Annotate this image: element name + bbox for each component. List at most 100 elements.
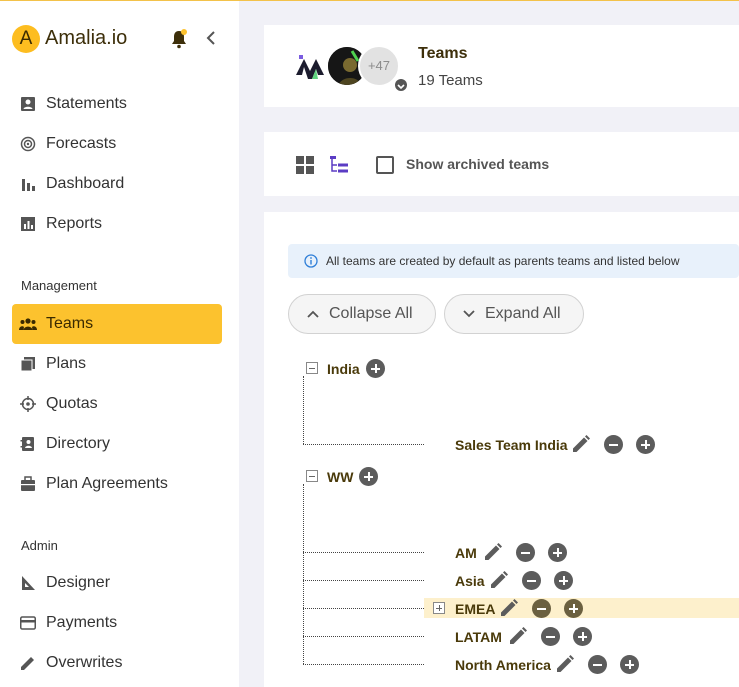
remove-button[interactable] — [588, 655, 607, 674]
edit-pencil-icon[interactable] — [572, 435, 590, 453]
teams-count: 19 Teams — [418, 72, 483, 89]
tree-connector — [303, 376, 304, 444]
tree-connector — [303, 484, 304, 664]
tree-connector — [303, 608, 424, 609]
contacts-book-icon — [19, 435, 37, 453]
collapse-node-icon[interactable] — [306, 470, 318, 482]
tree-connector — [303, 664, 424, 665]
show-archived-label[interactable]: Show archived teams — [406, 156, 549, 172]
tree-node-ww[interactable]: WW — [327, 469, 353, 485]
section-title-admin: Admin — [21, 538, 58, 553]
edit-pencil-icon[interactable] — [556, 655, 574, 673]
crosshair-icon — [19, 395, 37, 413]
target-icon — [19, 135, 37, 153]
collapse-all-label: Collapse All — [329, 305, 413, 322]
sidebar-item-plans[interactable]: Plans — [12, 344, 222, 384]
tree-node-emea[interactable]: EMEA — [455, 601, 495, 617]
sidebar-item-payments[interactable]: Payments — [12, 603, 222, 643]
sidebar-item-quotas[interactable]: Quotas — [12, 384, 222, 424]
bar-chart-icon — [19, 175, 37, 193]
bell-icon[interactable] — [170, 29, 188, 49]
avatar-dropdown-icon[interactable] — [395, 79, 407, 91]
expand-node-icon[interactable] — [433, 602, 445, 614]
people-icon — [19, 315, 37, 333]
tree-node-asia[interactable]: Asia — [455, 573, 485, 589]
add-child-button[interactable] — [554, 571, 573, 590]
chevron-down-icon — [463, 310, 475, 318]
app-name[interactable]: Amalia.io — [45, 27, 127, 50]
edit-pencil-icon[interactable] — [500, 599, 518, 617]
show-archived-checkbox[interactable] — [376, 156, 394, 174]
collapse-all-button[interactable]: Collapse All — [288, 294, 436, 334]
tree-node-am[interactable]: AM — [455, 545, 477, 561]
sidebar-item-label: Plans — [46, 355, 87, 372]
remove-button[interactable] — [604, 435, 623, 454]
page-title: Teams — [418, 45, 468, 62]
tree-connector — [303, 580, 424, 581]
sidebar-item-label: Overwrites — [46, 654, 123, 671]
edit-pencil-icon[interactable] — [484, 543, 502, 561]
credit-card-icon — [19, 614, 37, 632]
teams-header-card: +47 Teams 19 Teams — [264, 25, 739, 107]
remove-button[interactable] — [541, 627, 560, 646]
sidebar-item-label: Designer — [46, 574, 111, 591]
sidebar-item-reports[interactable]: Reports — [12, 204, 222, 244]
add-child-button[interactable] — [636, 435, 655, 454]
expand-all-button[interactable]: Expand All — [444, 294, 584, 334]
collapse-node-icon[interactable] — [306, 362, 318, 374]
sidebar-item-statements[interactable]: Statements — [12, 84, 222, 124]
sidebar-item-dashboard[interactable]: Dashboard — [12, 164, 222, 204]
tree-connector — [303, 444, 424, 445]
set-square-icon — [19, 574, 37, 592]
edit-pencil-icon[interactable] — [509, 627, 527, 645]
collapse-sidebar-icon[interactable] — [204, 29, 218, 47]
info-text: All teams are created by default as pare… — [326, 254, 680, 268]
sidebar-item-designer[interactable]: Designer — [12, 563, 222, 603]
sidebar-item-overwrites[interactable]: Overwrites — [12, 643, 222, 683]
sidebar-item-label: Directory — [46, 435, 111, 452]
sidebar-item-plan-agreements[interactable]: Plan Agreements — [12, 464, 222, 504]
sidebar-item-label: Quotas — [46, 395, 98, 412]
info-icon — [304, 254, 318, 268]
add-child-button[interactable] — [573, 627, 592, 646]
sidebar-item-directory[interactable]: Directory — [12, 424, 222, 464]
logo-icon[interactable]: A — [12, 25, 40, 53]
tree-connector — [303, 552, 424, 553]
sidebar-item-label: Statements — [46, 95, 127, 112]
add-child-button[interactable] — [564, 599, 583, 618]
sidebar-item-label: Reports — [46, 215, 103, 232]
chevron-up-icon — [307, 310, 319, 318]
info-banner: All teams are created by default as pare… — [288, 244, 739, 278]
logo-row: A Amalia.io — [12, 25, 227, 55]
remove-button[interactable] — [516, 543, 535, 562]
section-title-management: Management — [21, 278, 97, 293]
sidebar-item-teams[interactable]: Teams — [12, 304, 222, 344]
add-child-button[interactable] — [548, 543, 567, 562]
tree-connector — [303, 636, 424, 637]
add-child-button[interactable] — [359, 467, 378, 486]
pencil-icon — [19, 654, 37, 672]
sidebar-item-label: Payments — [46, 614, 118, 631]
tree-node-india[interactable]: India — [327, 361, 360, 377]
remove-button[interactable] — [522, 571, 541, 590]
add-child-button[interactable] — [620, 655, 639, 674]
briefcase-icon — [19, 475, 37, 493]
sidebar-item-forecasts[interactable]: Forecasts — [12, 124, 222, 164]
view-toolbar: Show archived teams — [264, 132, 739, 196]
edit-pencil-icon[interactable] — [490, 571, 508, 589]
user-card-icon — [19, 95, 37, 113]
grid-view-icon[interactable] — [296, 156, 314, 174]
add-child-button[interactable] — [366, 359, 385, 378]
expand-all-label: Expand All — [485, 305, 561, 322]
tree-node-north-america[interactable]: North America — [455, 657, 551, 673]
avatar-more-count[interactable]: +47 — [358, 45, 400, 87]
remove-button[interactable] — [532, 599, 551, 618]
sidebar: A Amalia.io Statements Forecasts Dashboa… — [0, 1, 239, 687]
report-icon — [19, 215, 37, 233]
tree-view-icon[interactable] — [330, 156, 348, 174]
sidebar-item-label: Teams — [46, 315, 94, 332]
tree-node-sales-team-india[interactable]: Sales Team India — [455, 437, 568, 453]
sidebar-item-label: Forecasts — [46, 135, 117, 152]
sidebar-item-label: Plan Agreements — [46, 475, 168, 492]
tree-node-latam[interactable]: LATAM — [455, 629, 502, 645]
